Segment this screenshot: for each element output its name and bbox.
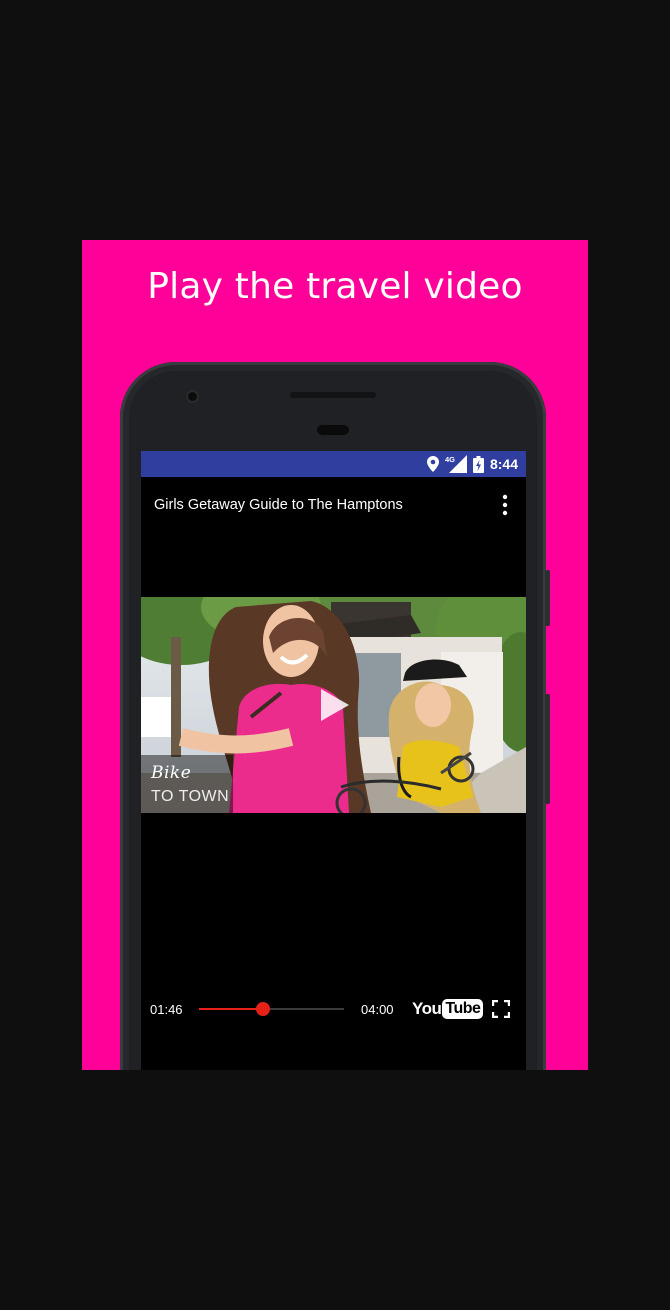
- youtube-logo-tube: Tube: [442, 999, 484, 1019]
- caption-text: TO TOWN: [151, 788, 230, 805]
- status-clock: 8:44: [489, 456, 518, 472]
- video-title: Girls Getaway Guide to The Hamptons: [154, 497, 403, 513]
- total-time: 04:00: [361, 1002, 394, 1017]
- more-options-icon[interactable]: [498, 493, 512, 517]
- youtube-logo-you: You: [412, 999, 442, 1018]
- fullscreen-icon[interactable]: [492, 1000, 510, 1018]
- seek-bar[interactable]: [199, 1002, 344, 1016]
- volume-button: [545, 694, 550, 804]
- battery-charging-icon: [472, 455, 484, 473]
- player-controls: 01:46 04:00 You Tube: [141, 991, 526, 1027]
- seek-bar-progress: [199, 1008, 264, 1010]
- promo-banner: Play the travel video 4G 8:44 Girls Geta…: [82, 240, 588, 1070]
- front-camera: [188, 392, 197, 401]
- play-icon[interactable]: [317, 687, 351, 723]
- video-title-bar: Girls Getaway Guide to The Hamptons: [141, 477, 526, 533]
- youtube-logo[interactable]: You Tube: [412, 998, 484, 1020]
- promo-title: Play the travel video: [147, 266, 523, 307]
- status-bar: 4G 8:44: [141, 451, 526, 477]
- earpiece-speaker: [290, 392, 376, 398]
- seek-handle[interactable]: [256, 1002, 271, 1016]
- phone-screen: 4G 8:44 Girls Getaway Guide to The Hampt…: [141, 451, 526, 1070]
- video-thumbnail[interactable]: Bike TO TOWN: [141, 597, 526, 813]
- power-button: [545, 570, 550, 626]
- network-label: 4G: [445, 455, 455, 464]
- proximity-sensor: [317, 425, 349, 435]
- current-time: 01:46: [150, 1002, 183, 1017]
- location-pin-icon: [426, 456, 439, 472]
- signal-4g-icon: 4G: [445, 455, 467, 473]
- caption-script-text: Bike: [151, 763, 192, 783]
- thumbnail-caption: Bike TO TOWN: [141, 755, 233, 813]
